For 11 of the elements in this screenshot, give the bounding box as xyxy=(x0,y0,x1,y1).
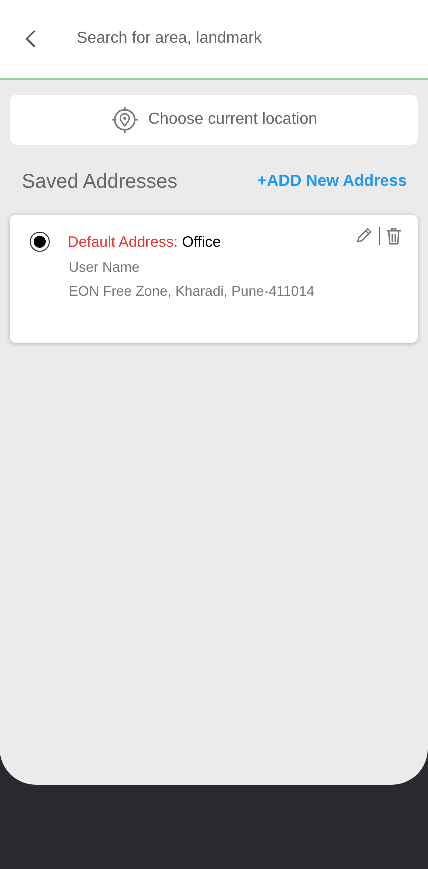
section-title: Saved Addresses xyxy=(22,170,178,194)
user-name: User Name xyxy=(69,259,141,275)
back-icon[interactable] xyxy=(25,29,37,49)
address-text: EON Free Zone, Kharadi, Pune-411014 xyxy=(69,283,315,299)
radio-button[interactable] xyxy=(30,232,50,252)
address-type: Office xyxy=(182,234,222,251)
current-location-button[interactable]: Choose current location xyxy=(10,95,418,145)
location-target-icon xyxy=(110,106,138,134)
default-label: Default Address: xyxy=(68,234,178,251)
edit-icon[interactable] xyxy=(355,227,373,245)
trash-icon[interactable] xyxy=(386,227,402,245)
